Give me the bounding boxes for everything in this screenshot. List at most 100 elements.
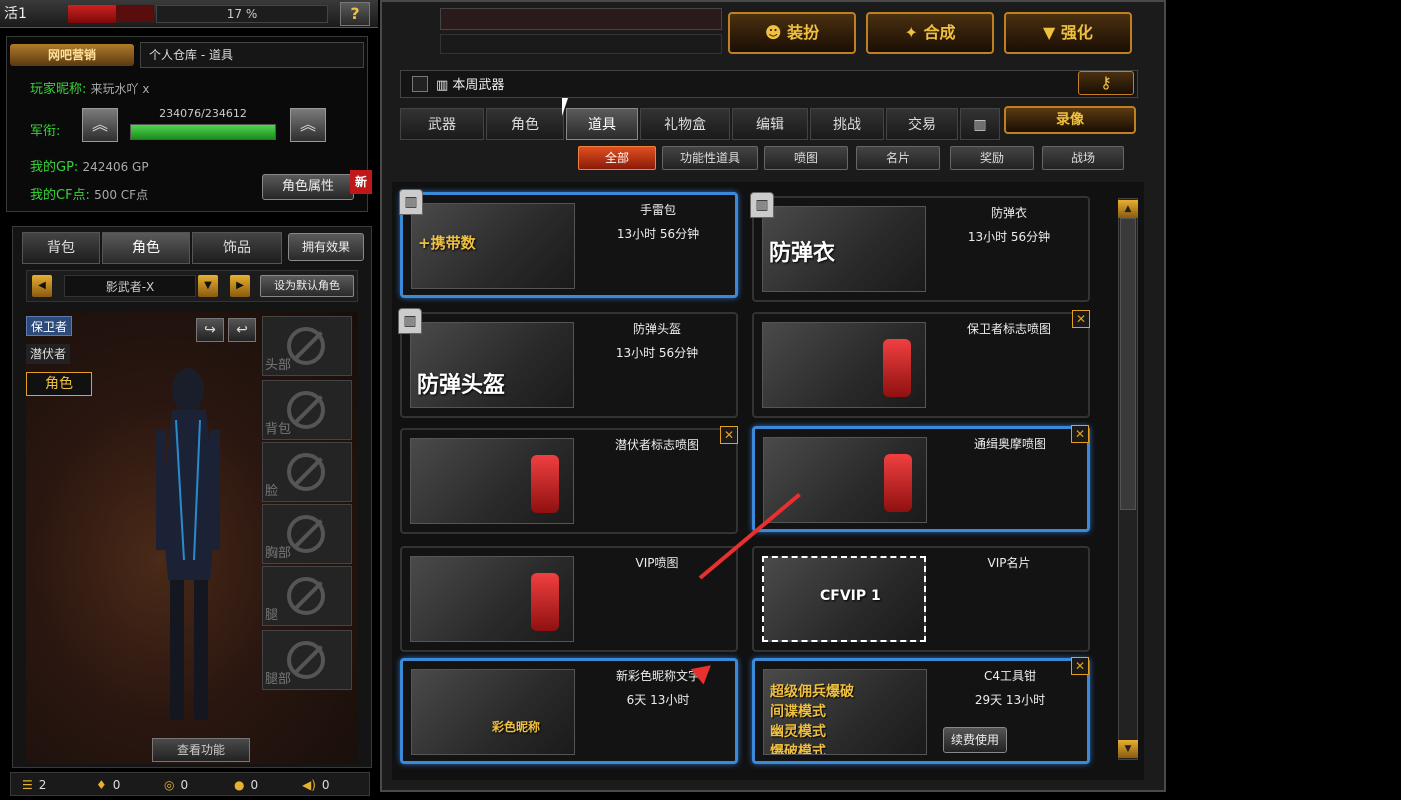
item-thumbnail: +携带数	[411, 203, 575, 289]
tab-character[interactable]: 角色	[102, 232, 190, 264]
item-card[interactable]: ✕ 保卫者标志喷图	[752, 310, 1090, 418]
scroll-down-icon[interactable]: ▼	[1118, 740, 1138, 758]
slot-face[interactable]: 脸	[262, 442, 352, 502]
item-thumbnail: 防弹衣	[762, 206, 926, 292]
item-thumbnail	[762, 322, 926, 408]
tab-trade[interactable]: 交易	[886, 108, 958, 140]
no-item-icon	[287, 391, 325, 429]
item-card[interactable]: 防弹头盔 ▥ 防弹头盔 13小时 56分钟	[398, 308, 738, 418]
tab-backpack[interactable]: 背包	[22, 232, 100, 264]
key-button[interactable]: ⚷	[1078, 71, 1134, 95]
no-item-icon	[287, 577, 325, 615]
tab-weapons[interactable]: 武器	[400, 108, 484, 140]
tab-shop[interactable]: ▥	[960, 108, 1000, 140]
item-card[interactable]: +携带数 ▥ 手雷包 13小时 56分钟	[399, 189, 738, 298]
weekly-weapon-bar	[400, 70, 1138, 98]
view-function-button[interactable]: 查看功能	[152, 738, 250, 762]
server-label: 活1	[4, 6, 27, 22]
role-defender[interactable]: 保卫者	[26, 316, 73, 336]
item-card[interactable]: 彩色昵称 新彩色昵称文字 6天 13小时	[400, 658, 738, 764]
next-character-arrow-icon[interactable]: ▶	[230, 275, 250, 297]
help-button[interactable]: ?	[340, 2, 370, 26]
shop-icon: ▥	[436, 78, 453, 93]
item-thumbnail: CFVIP 1	[762, 556, 926, 642]
slot-legs[interactable]: 腿部	[262, 630, 352, 690]
enhance-button[interactable]: ▼ 强化	[1004, 12, 1132, 54]
brand-badge: 网吧营销	[10, 44, 134, 66]
cf-label: 我的CF点:	[30, 188, 90, 203]
no-item-icon	[287, 327, 325, 365]
item-time: 13小时 56分钟	[967, 230, 1051, 244]
item-time: 13小时 56分钟	[616, 227, 700, 241]
no-item-icon	[287, 515, 325, 553]
prev-character-arrow-icon[interactable]: ◀	[32, 275, 52, 297]
item-name: 防弹衣	[990, 206, 1027, 220]
no-item-icon	[287, 641, 325, 679]
gp-row: 我的GP: 242406 GP	[30, 156, 149, 175]
role-character-tab[interactable]: 角色	[26, 372, 92, 396]
shop-icon: ▥	[399, 189, 423, 215]
character-dropdown-icon[interactable]: ▼	[198, 275, 218, 297]
slot-backpack[interactable]: 背包	[262, 380, 352, 440]
no-item-icon	[287, 453, 325, 491]
gp-value: 242406 GP	[82, 160, 149, 174]
person-icon: ☻	[764, 23, 788, 42]
v-icon: ▼	[1043, 23, 1061, 42]
shop-icon: ▥	[398, 308, 422, 334]
rotate-left-icon[interactable]: ↪	[196, 318, 224, 342]
item-name: VIP名片	[987, 556, 1031, 570]
tab-challenge[interactable]: 挑战	[810, 108, 884, 140]
tab-items[interactable]: 道具	[566, 108, 638, 140]
filter-functional[interactable]: 功能性道具	[662, 146, 758, 170]
scroll-thumb[interactable]	[1120, 218, 1136, 510]
tab-gift-box[interactable]: 礼物盒	[640, 108, 730, 140]
status-list[interactable]: ☰ 2	[22, 776, 46, 794]
tab-edit[interactable]: 编辑	[732, 108, 808, 140]
weekly-weapon-label: ▥ 本周武器	[436, 78, 505, 93]
nick-label: 玩家昵称:	[30, 82, 87, 97]
dress-up-button[interactable]: ☻ 装扮	[728, 12, 856, 54]
spray-can-icon	[531, 573, 559, 631]
item-card[interactable]: 防弹衣 ▥ 防弹衣 13小时 56分钟	[750, 192, 1090, 302]
speaker-icon: ◀)	[302, 778, 316, 792]
filter-all[interactable]: 全部	[578, 146, 656, 170]
spray-can-icon	[884, 454, 912, 512]
filter-battlefield[interactable]: 战场	[1042, 146, 1124, 170]
spray-can-icon	[531, 455, 559, 513]
scroll-up-icon[interactable]: ▲	[1118, 200, 1138, 218]
filter-spray[interactable]: 喷图	[764, 146, 848, 170]
top-meter	[440, 8, 722, 30]
slot-head[interactable]: 头部	[262, 316, 352, 376]
filter-reward[interactable]: 奖励	[950, 146, 1034, 170]
item-card[interactable]: ✕ 通缉奥摩喷图	[752, 425, 1090, 532]
owned-effects-button[interactable]: 拥有效果	[288, 233, 364, 261]
status-chat[interactable]: ● 0	[234, 776, 258, 794]
tab-accessories[interactable]: 饰品	[192, 232, 282, 264]
slot-leg[interactable]: 腿	[262, 566, 352, 626]
role-infiltrator[interactable]: 潜伏者	[26, 344, 71, 364]
status-speaker[interactable]: ◀) 0	[302, 776, 330, 794]
key-icon: ⚷	[1100, 73, 1112, 92]
item-card[interactable]: CFVIP 1 VIP名片	[752, 546, 1090, 652]
set-default-character-button[interactable]: 设为默认角色	[260, 275, 354, 297]
item-card[interactable]: ✕ 潜伏者标志喷图	[400, 426, 738, 534]
percent-readout: 17 %	[156, 5, 328, 23]
item-name: 手雷包	[639, 203, 676, 217]
slot-chest[interactable]: 胸部	[262, 504, 352, 564]
character-attributes-button[interactable]: 角色属性	[262, 174, 354, 200]
synthesize-button[interactable]: ✦ 合成	[866, 12, 994, 54]
renew-button[interactable]: 续费使用	[943, 727, 1007, 753]
mouse-cursor-icon	[562, 98, 568, 116]
status-medal[interactable]: ♦ 0	[96, 776, 120, 794]
item-card[interactable]: VIP喷图	[400, 546, 738, 652]
rank-label: 军衔:	[30, 124, 61, 139]
weekly-checkbox[interactable]	[412, 76, 428, 92]
status-shield[interactable]: ◎ 0	[164, 776, 188, 794]
record-button[interactable]: 录像	[1004, 106, 1136, 134]
tab-characters[interactable]: 角色	[486, 108, 564, 140]
item-time: 13小时 56分钟	[615, 346, 699, 360]
spray-can-icon	[883, 339, 911, 397]
item-card[interactable]: 超级佣兵爆破 间谍模式 幽灵模式 爆破模式 ✕ C4工具钳 29天 13小时 续…	[752, 657, 1090, 764]
filter-card[interactable]: 名片	[856, 146, 940, 170]
rotate-right-icon[interactable]: ↩	[228, 318, 256, 342]
